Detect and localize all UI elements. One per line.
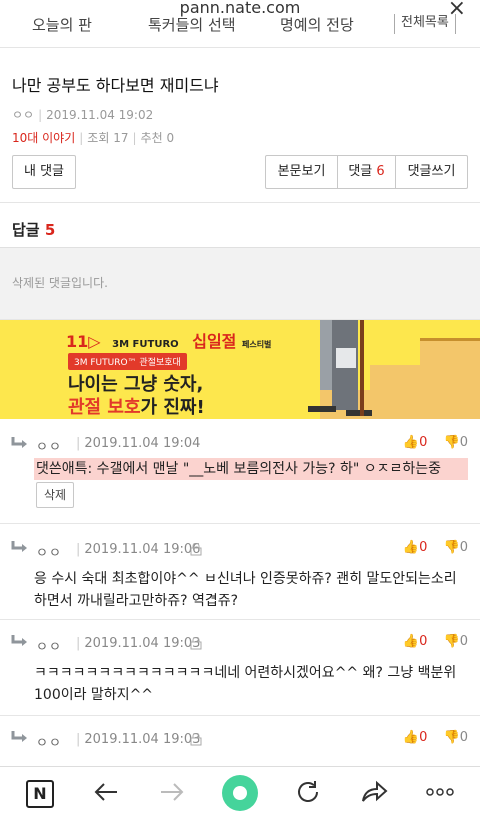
comment-item: ㅇㅇ | 2019.11.04 19:06 👍0 👎0 응 수시 숙대 최초합이야… — [0, 524, 480, 620]
post-author: ㅇㅇ — [12, 108, 35, 122]
share-button[interactable] — [356, 777, 392, 811]
forward-button[interactable] — [154, 777, 190, 811]
recommend-label: 추천 — [140, 131, 163, 145]
more-icon — [426, 788, 454, 796]
more-button[interactable] — [422, 777, 458, 811]
green-dot-icon — [222, 775, 258, 811]
tab-all-list[interactable]: 전체목록 — [394, 14, 456, 34]
post-category[interactable]: 10대 이야기 — [12, 131, 75, 145]
mobile-icon — [190, 543, 202, 556]
ad-badge: 3M FUTURO™ 관절보호대 — [68, 353, 187, 370]
comment-item: ㅇㅇ | 2019.11.04 19:03 👍0 👎0 — [0, 716, 480, 766]
comment-votes: 👍0 👎0 — [403, 730, 468, 745]
browser-top-bar: pann.nate.com × 오늘의 판 톡커들의 선택 명예의 전당 전체목… — [0, 0, 480, 48]
reply-arrow-icon — [11, 541, 27, 552]
tab-today[interactable]: 오늘의 판 — [32, 14, 92, 34]
ad-headline-rest: 가 진짜! — [140, 397, 205, 418]
post-stats: 10대 이야기 | 조회 17 | 추천 0 — [12, 131, 175, 145]
my-comments-button[interactable]: 내 댓글 — [12, 155, 76, 189]
view-button-group: 본문보기 댓글 6 댓글쓰기 — [265, 155, 468, 189]
ad-knee-illustration — [270, 320, 480, 419]
thumbs-up-icon[interactable]: 👍 — [403, 634, 419, 649]
category-tabs: 오늘의 판 톡커들의 선택 명예의 전당 전체목록 — [0, 14, 480, 34]
comment-author: ㅇㅇ — [36, 640, 62, 655]
thumbs-up-icon[interactable]: 👍 — [403, 540, 419, 555]
comment-author: ㅇㅇ — [36, 736, 62, 751]
replies-header: 답글 5 — [0, 202, 480, 248]
down-count: 0 — [459, 730, 468, 745]
thumbs-up-icon[interactable]: 👍 — [403, 435, 419, 450]
replies-count: 5 — [44, 221, 56, 239]
ad-headline-2: 관절 보호가 진짜! — [68, 393, 205, 419]
comment-item: ㅇㅇ | 2019.11.04 19:04 👍0 👎0 댓쓴애특: 수갤에서 맨날… — [0, 420, 480, 524]
ad-event: 십일절 — [192, 332, 237, 351]
mobile-icon — [190, 733, 202, 746]
comments-label: 댓글 — [348, 164, 373, 179]
views-label: 조회 — [87, 131, 110, 145]
ad-brand-name: 3M FUTURO — [112, 339, 179, 350]
comment-votes: 👍0 👎0 — [403, 634, 468, 649]
up-count: 0 — [419, 540, 428, 555]
replies-label: 답글 — [12, 221, 40, 239]
comment-item: ㅇㅇ | 2019.11.04 19:03 👍0 👎0 ㅋㅋㅋㅋㅋㅋㅋㅋㅋㅋㅋㅋㅋ… — [0, 620, 480, 716]
ad-event-sub: 페스티벌 — [241, 340, 272, 349]
back-button[interactable] — [88, 777, 124, 811]
down-count: 0 — [459, 435, 468, 450]
tab-hall-of-fame[interactable]: 명예의 전당 — [280, 14, 354, 34]
comment-body: ㅋㅋㅋㅋㅋㅋㅋㅋㅋㅋㅋㅋㅋㅋ네네 어련하시겠어요^^ 왜? 그냥 백분위 100… — [34, 665, 457, 703]
forward-arrow-icon — [161, 783, 184, 801]
ad-headline-red: 관절 보호 — [68, 397, 141, 418]
post-header: 나만 공부도 하다보면 재미드냐 ㅇㅇ | 2019.11.04 19:02 10대… — [12, 72, 468, 146]
view-original-button[interactable]: 본문보기 — [265, 155, 338, 189]
comment-toolbar: 내 댓글 본문보기 댓글 6 댓글쓰기 — [12, 155, 468, 189]
down-count: 0 — [459, 634, 468, 649]
home-button[interactable]: N — [22, 777, 58, 811]
ad-brand-num: 11 — [66, 332, 89, 351]
comment-votes: 👍0 👎0 — [403, 435, 468, 450]
thumbs-down-icon[interactable]: 👎 — [444, 730, 460, 745]
comment-date: | 2019.11.04 19:03 — [76, 732, 201, 747]
comment-author: ㅇㅇ — [36, 546, 62, 561]
post-date: 2019.11.04 19:02 — [46, 108, 154, 122]
thumbs-down-icon[interactable]: 👎 — [444, 634, 460, 649]
comments-button[interactable]: 댓글 6 — [337, 155, 396, 189]
back-arrow-icon — [94, 783, 117, 801]
deleted-comment: 삭제된 댓글입니다. — [0, 248, 480, 320]
delete-button[interactable]: 삭제 — [36, 482, 74, 508]
thumbs-down-icon[interactable]: 👎 — [444, 540, 460, 555]
up-count: 0 — [419, 435, 428, 450]
mobile-icon — [190, 637, 202, 650]
naver-n-icon: N — [26, 780, 54, 808]
comment-body: 댓쓴애특: 수갤에서 맨날 "__노베 보름의전사 가능? 하" ㅇㅈㄹ하는중 — [34, 458, 468, 480]
reply-arrow-icon — [11, 635, 27, 646]
green-dot-button[interactable] — [220, 773, 260, 813]
comment-date: | 2019.11.04 19:03 — [76, 636, 201, 651]
comment-body: 응 수시 숙대 최초합이야^^ ㅂ신녀나 인증못하쥬? 괜히 말도안되는소리하면… — [34, 571, 457, 609]
comment-date: | 2019.11.04 19:04 — [76, 436, 201, 451]
write-comment-button[interactable]: 댓글쓰기 — [395, 155, 468, 189]
comment-author: ㅇㅇ — [36, 440, 62, 455]
ad-banner[interactable]: 11▷ 3M FUTURO 십일절 페스티벌 3M FUTURO™ 관절보호대 … — [0, 320, 480, 419]
reply-arrow-icon — [11, 731, 27, 742]
comments-count: 6 — [376, 164, 385, 179]
down-count: 0 — [459, 540, 468, 555]
reply-arrow-icon — [11, 437, 27, 448]
tab-talkers-choice[interactable]: 톡커들의 선택 — [148, 14, 236, 34]
up-count: 0 — [419, 634, 428, 649]
thumbs-down-icon[interactable]: 👎 — [444, 435, 460, 450]
up-count: 0 — [419, 730, 428, 745]
comment-date: | 2019.11.04 19:06 — [76, 542, 201, 557]
thumbs-up-icon[interactable]: 👍 — [403, 730, 419, 745]
views-count: 17 — [113, 131, 129, 145]
recommend-count: 0 — [166, 131, 175, 145]
ad-logo: 11▷ 3M FUTURO 십일절 페스티벌 — [66, 332, 272, 351]
post-title: 나만 공부도 하다보면 재미드냐 — [12, 76, 219, 95]
post-meta: ㅇㅇ | 2019.11.04 19:02 — [12, 108, 154, 122]
refresh-icon — [298, 781, 318, 802]
browser-bottom-nav: N — [0, 766, 480, 820]
refresh-button[interactable] — [290, 777, 326, 811]
share-icon — [362, 780, 388, 802]
comment-votes: 👍0 👎0 — [403, 540, 468, 555]
